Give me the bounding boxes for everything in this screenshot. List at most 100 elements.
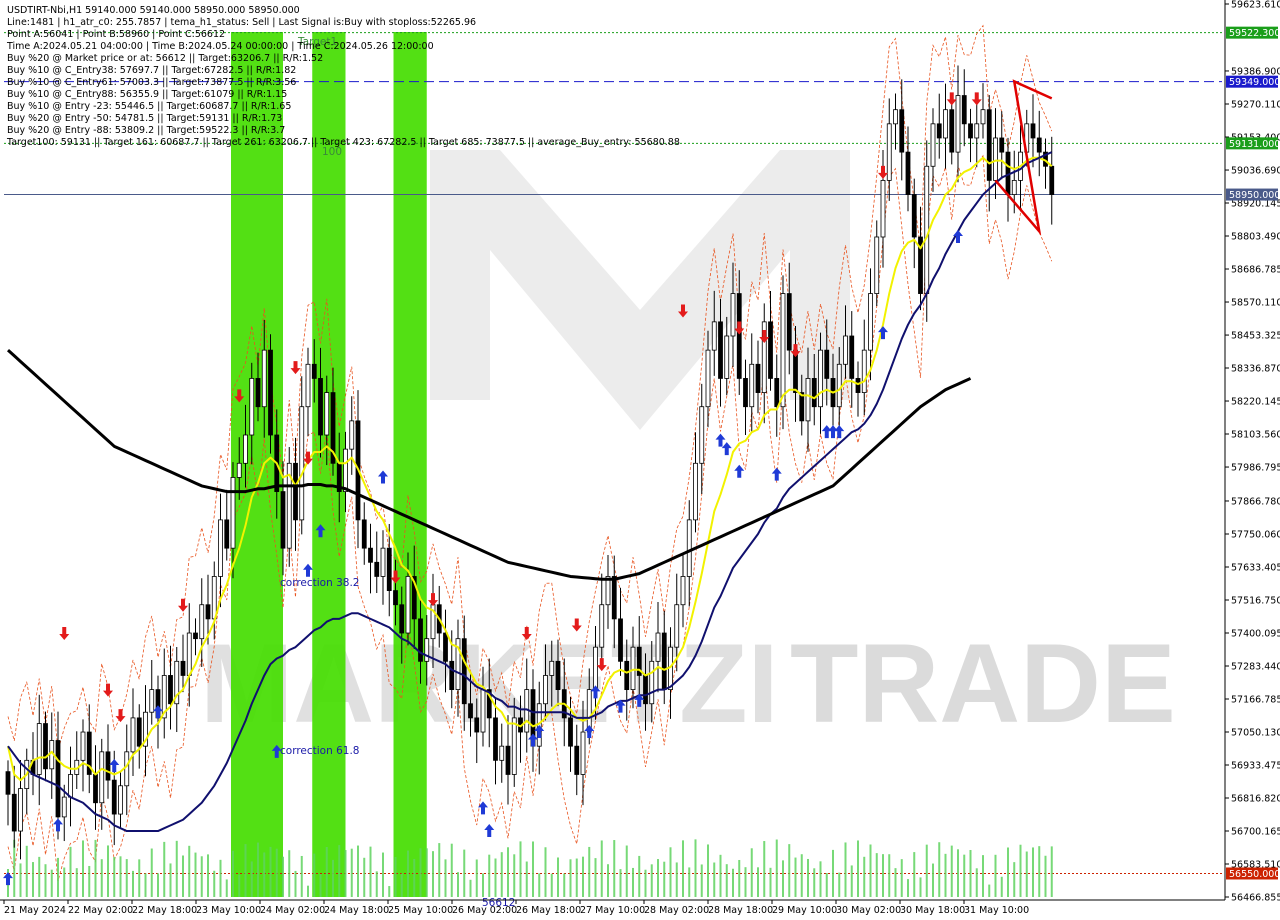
candle-body: [643, 675, 648, 705]
volume-bar: [882, 854, 884, 897]
volume-bar: [632, 867, 634, 897]
candle-body: [624, 660, 630, 691]
candle-body: [124, 751, 130, 787]
candle-body: [218, 519, 223, 577]
candle-body: [893, 109, 898, 125]
volume-bar: [319, 874, 322, 897]
volume-bar: [669, 847, 672, 897]
volume-bar: [182, 855, 184, 897]
candle-body: [211, 576, 217, 620]
candle-body: [743, 378, 748, 408]
price-tick-label: 56466.855: [1231, 893, 1280, 904]
candle-body: [449, 660, 455, 691]
candle-body: [768, 321, 773, 379]
candle-body: [261, 349, 267, 408]
volume-bar: [382, 852, 384, 897]
price-tick-label: 57283.440: [1231, 662, 1280, 673]
candle-body: [180, 660, 186, 676]
volume-bar: [138, 859, 141, 897]
time-tick-label: 21 May 2024: [4, 905, 66, 916]
volume-bar: [900, 859, 903, 897]
candle-body: [805, 378, 811, 422]
price-tick-label: 57050.130: [1231, 728, 1280, 739]
volume-bar: [1032, 847, 1034, 897]
candle-body: [5, 771, 11, 795]
info-line: Buy %10 @ C_Entry38: 57697.7 || Target:6…: [7, 65, 296, 76]
volume-bar: [569, 859, 572, 897]
candle-body: [974, 123, 980, 139]
volume-bar: [488, 854, 491, 897]
volume-bar: [582, 856, 584, 897]
candle-body: [861, 349, 867, 393]
volume-bar: [619, 869, 622, 897]
volume-bar: [794, 857, 797, 897]
candle-body: [405, 576, 411, 634]
volume-bar: [175, 840, 178, 897]
price-tick-label: 56700.165: [1231, 827, 1280, 838]
volume-bar: [725, 864, 728, 897]
price-chart[interactable]: MARKETZI TRADE Target1 100 correction 38…: [0, 0, 1280, 920]
time-tick-label: 27 May 10:00: [580, 905, 645, 916]
candle-body: [443, 632, 448, 662]
candle-body: [361, 519, 367, 549]
volume-bar: [863, 856, 866, 897]
price-tick-label: 57516.750: [1231, 596, 1280, 607]
volume-bar: [425, 848, 428, 897]
volume-bar: [944, 853, 947, 897]
volume-bar: [25, 845, 28, 897]
candle-body: [555, 660, 561, 691]
volume-bar: [450, 843, 453, 897]
time-tick-label: 26 May 18:00: [516, 905, 581, 916]
candle-body: [674, 604, 680, 648]
candle-body: [618, 618, 623, 662]
level-tag-label: 59522.300: [1229, 28, 1280, 39]
candle-body: [268, 349, 273, 436]
volume-bar: [507, 847, 509, 897]
candle-body: [711, 321, 717, 351]
volume-bar: [625, 845, 628, 897]
price-tick-label: 58803.490: [1231, 232, 1280, 243]
volume-bar: [950, 845, 953, 897]
volume-bar: [700, 864, 703, 897]
volume-bar: [1013, 862, 1016, 897]
candle-body: [99, 751, 105, 804]
candle-body: [630, 646, 636, 691]
info-line: Point A:56041 | Point B:58960 | Point C:…: [7, 29, 225, 40]
volume-bar: [807, 858, 809, 897]
volume-bar: [107, 845, 109, 897]
candle-body: [11, 793, 17, 832]
volume-bar: [713, 862, 716, 897]
candle-body: [149, 689, 155, 713]
volume-bar: [538, 873, 541, 897]
volume-bar: [769, 867, 772, 897]
candle-body: [924, 165, 930, 294]
info-line: Buy %10 @ Entry -23: 55446.5 || Target:6…: [7, 101, 291, 112]
candle-body: [130, 717, 136, 753]
candle-body: [930, 123, 936, 167]
volume-bar: [100, 859, 103, 897]
volume-bar: [650, 864, 653, 897]
volume-bar: [744, 867, 747, 897]
candle-body: [230, 477, 236, 549]
candle-body: [574, 745, 580, 775]
candle-body: [1049, 165, 1055, 195]
volume-bar: [719, 854, 722, 897]
candle-body: [68, 774, 73, 798]
volume-bar: [463, 849, 466, 897]
candle-body: [368, 547, 373, 563]
candle-body: [111, 779, 117, 815]
volume-bar: [994, 854, 997, 897]
candle-body: [843, 335, 848, 365]
chart-container[interactable]: MARKETZI TRADE Target1 100 correction 38…: [0, 0, 1280, 920]
volume-bar: [338, 845, 341, 897]
volume-bar: [344, 850, 347, 897]
volume-bar: [913, 852, 916, 897]
volume-bar: [32, 862, 34, 897]
volume-bar: [282, 856, 284, 897]
volume-bar: [219, 859, 222, 897]
candle-body: [311, 363, 317, 379]
candle-body: [280, 491, 286, 549]
volume-bar: [682, 840, 684, 897]
volume-bar: [469, 879, 472, 897]
volume-bar: [1050, 846, 1053, 897]
